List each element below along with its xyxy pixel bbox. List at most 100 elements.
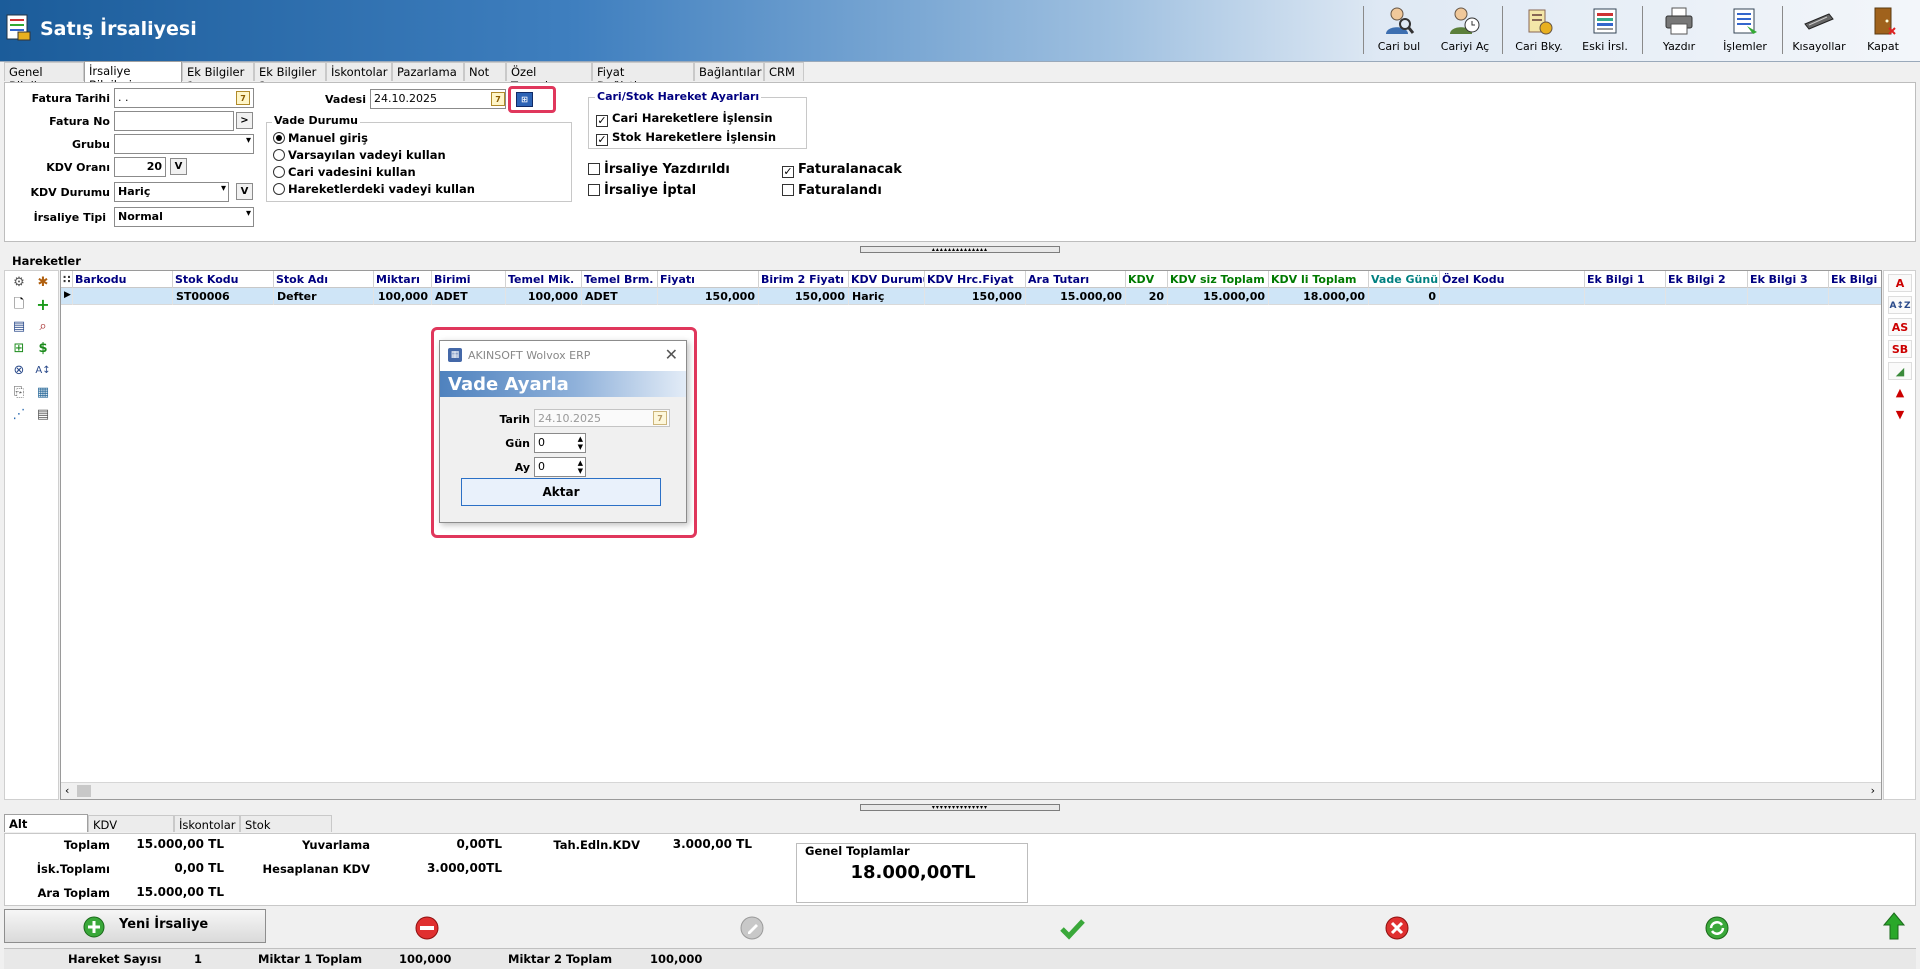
radio-hareket-vade[interactable]: Hareketlerdeki vadeyi kullan (273, 182, 475, 196)
tab-kdv-detaylari[interactable]: KDV Detayları (88, 815, 174, 846)
add-row-icon[interactable]: + (35, 297, 51, 313)
col-vade-gunu[interactable]: Vade Günü (1369, 271, 1440, 288)
search-icon[interactable]: ⌕ (35, 319, 51, 335)
col-ara-tutari[interactable]: Ara Tutarı (1026, 271, 1126, 288)
tab-ozel-tanimlar[interactable]: Özel Tanımlar (506, 62, 592, 93)
yazdir-button[interactable]: Yazdır (1648, 4, 1710, 58)
tool-a-button[interactable]: A (1888, 274, 1912, 292)
scroll-thumb[interactable] (77, 785, 91, 797)
col-temel-brm[interactable]: Temel Brm. (582, 271, 658, 288)
cell-kdv-li-toplam[interactable]: 18.000,00 (1269, 288, 1369, 305)
kdv-orani-input[interactable]: 20 (114, 157, 166, 177)
tab-pazarlama[interactable]: Pazarlama (392, 62, 464, 81)
kdv-orani-button[interactable]: V (170, 158, 187, 175)
tab-genel-bilgiler[interactable]: Genel Bilgiler (4, 62, 84, 93)
col-kdv-li-toplam[interactable]: KDV li Toplam (1269, 271, 1369, 288)
hareketler-grid[interactable]: ∷ Barkodu Stok Kodu Stok Adı Miktarı Bir… (60, 270, 1882, 800)
cell-temel-mik[interactable]: 100,000 (506, 288, 582, 305)
fatura-no-input[interactable] (114, 111, 234, 131)
edit-disabled-icon[interactable] (739, 915, 765, 941)
cell-ek-bilgi-2[interactable] (1666, 288, 1748, 305)
cariyi-ac-button[interactable]: Cariyi Aç (1434, 4, 1496, 58)
tab-ek-bilgiler-1[interactable]: Ek Bilgiler 1 (182, 62, 254, 93)
cell-kdv-siz-toplam[interactable]: 15.000,00 (1168, 288, 1269, 305)
cari-bky-button[interactable]: Cari Bky. (1508, 4, 1570, 58)
tab-not[interactable]: Not (464, 62, 506, 81)
report-icon[interactable]: ▤ (35, 407, 51, 423)
col-ek-bilgi-3[interactable]: Ek Bilgi 3 (1748, 271, 1829, 288)
scroll-left-icon[interactable]: ‹ (65, 784, 69, 797)
tab-alt-toplamlar[interactable]: Alt Toplamlar (4, 814, 88, 845)
cell-kdv-durumu[interactable]: Hariç (849, 288, 925, 305)
tab-stok-bakiyeleri[interactable]: Stok Bakiyeleri (240, 815, 332, 846)
calendar-icon[interactable]: 7 (236, 91, 250, 105)
faturalanacak-checkbox[interactable]: ✓ Faturalanacak (782, 162, 902, 178)
cell-stok-adi[interactable]: Defter (274, 288, 374, 305)
cell-ek-bilgi-4[interactable] (1829, 288, 1881, 305)
yeni-irsaliye-button[interactable]: Yeni İrsaliye (4, 909, 266, 943)
delete-icon[interactable] (414, 915, 440, 941)
calculator-icon[interactable]: ▦ (35, 385, 51, 401)
vade-ayarla-button[interactable]: ⊞ (516, 92, 533, 107)
horizontal-scrollbar[interactable]: ‹ › (61, 782, 1881, 799)
cell-temel-brm[interactable]: ADET (582, 288, 658, 305)
network-icon[interactable]: ⋰ (11, 407, 27, 423)
cari-bul-button[interactable]: Cari bul (1368, 4, 1430, 58)
irsaliye-yazdirildi-checkbox[interactable]: İrsaliye Yazdırıldı (588, 162, 730, 177)
tab-iskontolar-summary[interactable]: İskontolar (174, 815, 240, 832)
cell-ozel-kodu[interactable] (1440, 288, 1585, 305)
sort-az-icon[interactable]: A↕ (35, 363, 51, 379)
fatura-no-button[interactable]: > (236, 112, 253, 129)
col-ek-bilgi-4[interactable]: Ek Bilgi 4 (1829, 271, 1881, 288)
kdv-durumu-button[interactable]: V (236, 183, 253, 200)
panel-splitter[interactable]: ▴▴▴▴▴▴▴▴▴▴▴▴▴▴ (860, 246, 1060, 253)
col-kdv-durumu[interactable]: KDV Durumu (849, 271, 925, 288)
col-miktari[interactable]: Miktarı (374, 271, 432, 288)
tab-fiyat-degistirme[interactable]: Fiyat Değiştirme (592, 62, 694, 93)
cell-miktari[interactable]: 100,000 (374, 288, 432, 305)
spinner-arrows-icon[interactable]: ▲ ▼ (578, 459, 583, 475)
col-temel-mik[interactable]: Temel Mik. (506, 271, 582, 288)
cell-ara-tutari[interactable]: 15.000,00 (1026, 288, 1126, 305)
col-stok-kodu[interactable]: Stok Kodu (173, 271, 274, 288)
scroll-right-icon[interactable]: › (1871, 784, 1875, 797)
cell-birimi[interactable]: ADET (432, 288, 506, 305)
cell-ek-bilgi-1[interactable] (1585, 288, 1666, 305)
tab-crm[interactable]: CRM (764, 62, 804, 81)
col-ek-bilgi-2[interactable]: Ek Bilgi 2 (1666, 271, 1748, 288)
cell-vade-gunu[interactable]: 0 (1369, 288, 1440, 305)
spinner-arrows-icon[interactable]: ▲ ▼ (578, 435, 583, 451)
binoculars-icon[interactable]: ⊗ (11, 363, 27, 379)
col-fiyati[interactable]: Fiyatı (658, 271, 759, 288)
ay-spinner[interactable]: 0 ▲ ▼ (534, 457, 586, 477)
cancel-icon[interactable] (1384, 915, 1410, 941)
tab-irsaliye-bilgileri[interactable]: İrsaliye Bilgileri (84, 61, 182, 92)
col-birimi[interactable]: Birimi (432, 271, 506, 288)
faturalandi-checkbox[interactable]: Faturalandı (782, 183, 882, 198)
arrow-down-icon[interactable]: ▼ (1888, 406, 1912, 424)
cell-birim-2-fiyati[interactable]: 150,000 (759, 288, 849, 305)
tab-iskontolar[interactable]: İskontolar (326, 62, 392, 81)
tool-as-button[interactable]: AS (1888, 318, 1912, 336)
col-kdv-siz-toplam[interactable]: KDV siz Toplam (1168, 271, 1269, 288)
tool-sb-button[interactable]: SB (1888, 340, 1912, 358)
kdv-durumu-select[interactable]: Hariç ▾ (114, 182, 229, 202)
col-ek-bilgi-1[interactable]: Ek Bilgi 1 (1585, 271, 1666, 288)
tab-ek-bilgiler-2[interactable]: Ek Bilgiler 2 (254, 62, 326, 93)
stok-hareket-checkbox[interactable]: ✓ Stok Hareketlere İşlensin (596, 130, 776, 146)
cell-barkodu[interactable] (73, 288, 173, 305)
irsaliye-iptal-checkbox[interactable]: İrsaliye İptal (588, 183, 696, 198)
new-row-icon[interactable]: 🗋 (11, 297, 27, 313)
table-row[interactable]: ▶ ST00006 Defter 100,000 ADET 100,000 AD… (61, 288, 1881, 305)
tarih-input[interactable]: 24.10.2025 (534, 409, 670, 427)
col-kdv-hrc-fiyat[interactable]: KDV Hrc.Fiyat (925, 271, 1026, 288)
tab-baglantilar[interactable]: Bağlantılar (694, 62, 764, 81)
col-kdv[interactable]: KDV (1126, 271, 1168, 288)
cell-ek-bilgi-3[interactable] (1748, 288, 1829, 305)
radio-varsayilan-vade[interactable]: Varsayılan vadeyi kullan (273, 148, 446, 162)
arrow-up-icon[interactable]: ▲ (1888, 384, 1912, 402)
radio-cari-vade[interactable]: Cari vadesini kullan (273, 165, 416, 179)
eski-irsl-button[interactable]: Eski İrsl. (1574, 4, 1636, 58)
col-birim-2-fiyati[interactable]: Birim 2 Fiyatı (759, 271, 849, 288)
col-ozel-kodu[interactable]: Özel Kodu (1440, 271, 1585, 288)
